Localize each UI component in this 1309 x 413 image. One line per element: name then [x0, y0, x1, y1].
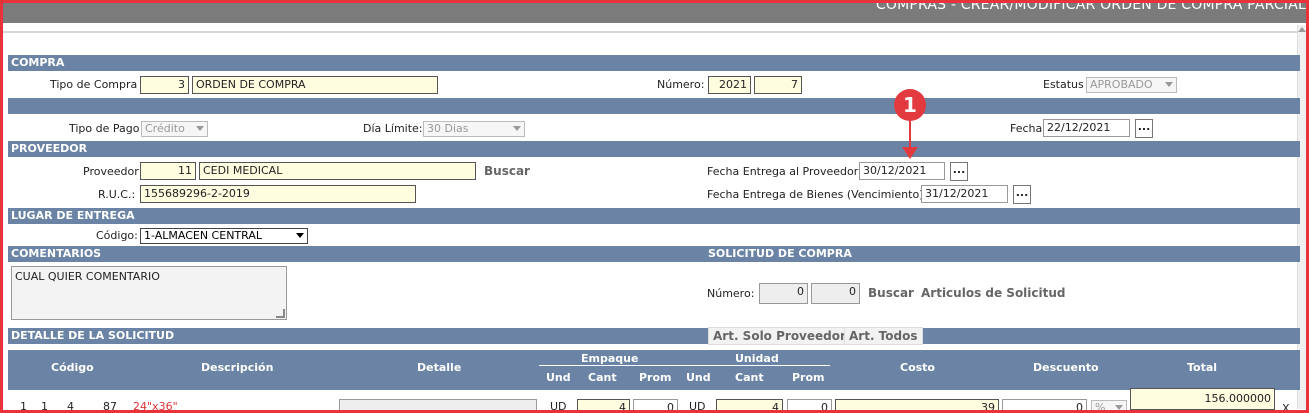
resize-grip-icon[interactable] [276, 309, 285, 318]
col-descripcion: Descripción [201, 361, 274, 374]
col-codigo: Código [51, 361, 94, 374]
row-cant2-input[interactable]: 4 [716, 399, 783, 410]
top-divider [3, 31, 1306, 33]
row-und2: UD [689, 400, 706, 413]
solicitud-numero-label: Número: [707, 287, 755, 300]
fecha-entrega-picker-button[interactable]: ... [950, 162, 968, 181]
dia-limite-select[interactable]: 30 Dias [423, 121, 525, 137]
row-total-input[interactable]: 156.000000 [1130, 388, 1275, 410]
group-divider [539, 365, 830, 366]
col-cant2: Cant [735, 371, 764, 384]
section-solicitud: SOLICITUD DE COMPRA [708, 247, 852, 260]
row-cell: 1 [20, 400, 27, 413]
section-lugar-entrega: LUGAR DE ENTREGA [8, 208, 1300, 224]
window-titlebar: COMPRAS - CREAR/MODIFICAR ORDEN DE COMPR… [3, 3, 1306, 23]
proveedor-buscar-button[interactable]: Buscar [484, 164, 530, 178]
comentarios-textarea[interactable]: CUAL QUIER COMENTARIO [11, 266, 287, 320]
row-descuento-type-select[interactable]: % [1091, 400, 1127, 410]
fecha-picker-button[interactable]: ... [1135, 119, 1153, 138]
solicitud-buscar-button[interactable]: Buscar [868, 286, 914, 300]
col-prom1: Prom [639, 371, 672, 384]
annotation-arrow-icon [902, 147, 918, 159]
row-prom1-input[interactable]: 0 [633, 399, 678, 410]
art-todos-button[interactable]: Art. Todos [844, 327, 923, 345]
numero-label: Número: [657, 78, 705, 91]
section-detalle: DETALLE DE LA SOLICITUD [8, 328, 1300, 344]
proveedor-label: Proveedor [83, 165, 139, 178]
art-solo-proveedor-button[interactable]: Art. Solo Proveedor [708, 327, 851, 345]
row-prom2-input[interactable]: 0 [787, 399, 832, 410]
proveedor-code-input[interactable]: 11 [140, 162, 196, 180]
section-blank [8, 98, 1300, 114]
tipo-compra-code-input[interactable]: 3 [140, 76, 189, 94]
col-unidad: Unidad [735, 352, 779, 365]
col-costo: Costo [900, 361, 935, 374]
solicitud-num1-input[interactable]: 0 [759, 283, 808, 304]
chevron-down-icon [1165, 82, 1173, 87]
fecha-entrega-label: Fecha Entrega al Proveedor [707, 165, 859, 178]
lugar-codigo-select[interactable]: 1-ALMACEN CENTRAL [140, 228, 308, 244]
solicitud-num2-input[interactable]: 0 [811, 283, 860, 304]
chevron-down-icon [513, 126, 521, 131]
proveedor-name-input[interactable]: CEDI MEDICAL [199, 162, 476, 180]
row-costo-input[interactable]: 39 [835, 399, 999, 410]
ruc-input[interactable]: 155689296-2-2019 [140, 185, 416, 203]
chevron-down-icon [196, 126, 204, 131]
section-comentarios: COMENTARIOS SOLICITUD DE COMPRA [8, 246, 1300, 262]
row-remove-button[interactable]: X [1282, 402, 1290, 410]
numero-seq-input[interactable]: 7 [754, 76, 802, 94]
tipo-compra-name-input[interactable]: ORDEN DE COMPRA [192, 76, 438, 94]
col-prom2: Prom [792, 371, 825, 384]
row-descuento-input[interactable]: 0 [1002, 399, 1087, 410]
section-compra: COMPRA [8, 55, 1300, 71]
col-empaque: Empaque [581, 352, 639, 365]
annotation-callout: 1 [894, 89, 926, 121]
dia-limite-label: Día Límite: [363, 122, 423, 135]
fecha-bienes-label: Fecha Entrega de Bienes (Vencimiento) [707, 188, 924, 201]
col-und1: Und [546, 371, 571, 384]
fecha-entrega-input[interactable]: 30/12/2021 [859, 162, 945, 180]
detalle-table-header: Código Descripción Detalle Empaque Unida… [8, 350, 1300, 390]
articulos-solicitud-button[interactable]: Articulos de Solicitud [916, 284, 1071, 302]
codigo-label: Código: [96, 229, 138, 242]
row-cell: 1 [41, 400, 48, 413]
window-title: COMPRAS - CREAR/MODIFICAR ORDEN DE COMPR… [875, 0, 1306, 13]
col-und2: Und [686, 371, 711, 384]
row-cant1-input[interactable]: 4 [577, 399, 630, 410]
fecha-bienes-picker-button[interactable]: ... [1013, 185, 1031, 204]
numero-year-input[interactable]: 2021 [708, 76, 751, 94]
tipo-pago-label: Tipo de Pago [69, 122, 140, 135]
chevron-down-icon [296, 233, 304, 238]
row-cell: 4 [67, 400, 74, 413]
fecha-bienes-input[interactable]: 31/12/2021 [921, 185, 1008, 203]
row-description: 24"x36" [133, 400, 178, 413]
estatus-label: Estatus [1043, 78, 1084, 91]
annotation-arrow-line [909, 120, 911, 148]
fecha-input[interactable]: 22/12/2021 [1043, 119, 1130, 137]
row-und1: UD [550, 400, 567, 413]
estatus-select[interactable]: APROBADO [1086, 77, 1177, 93]
scroll-up-icon[interactable] [1298, 27, 1306, 32]
tipo-pago-select[interactable]: Crédito [141, 121, 208, 137]
col-total: Total [1187, 361, 1218, 374]
chevron-down-icon [1115, 405, 1123, 410]
ruc-label: R.U.C.: [98, 188, 136, 201]
col-descuento: Descuento [1033, 361, 1099, 374]
row-detalle-input[interactable] [339, 399, 537, 410]
page-frame: COMPRAS - CREAR/MODIFICAR ORDEN DE COMPR… [0, 0, 1309, 413]
row-cell: 87 [103, 400, 117, 413]
col-detalle: Detalle [417, 361, 462, 374]
section-proveedor: PROVEEDOR [8, 141, 1300, 157]
col-cant1: Cant [588, 371, 617, 384]
fecha-label: Fecha [1010, 122, 1043, 135]
tipo-compra-label: Tipo de Compra [50, 78, 138, 91]
